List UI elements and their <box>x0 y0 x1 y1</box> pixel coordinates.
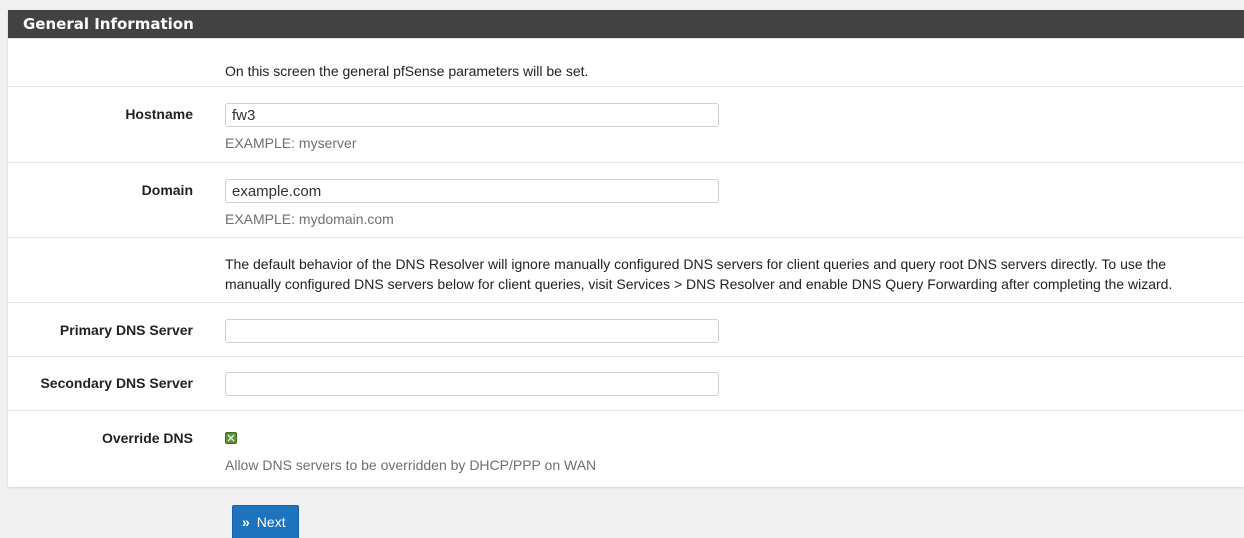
override-dns-checkbox[interactable] <box>225 432 237 444</box>
general-information-panel: General Information On this screen the g… <box>8 10 1244 487</box>
secondary-dns-input[interactable] <box>225 372 719 396</box>
intro-text: On this screen the general pfSense param… <box>225 63 589 79</box>
secondary-dns-row: Secondary DNS Server <box>8 356 1244 410</box>
hostname-row: Hostname EXAMPLE: myserver <box>8 86 1244 162</box>
override-dns-row: Override DNS Allow DNS servers to be ove… <box>8 410 1244 487</box>
domain-label: Domain <box>141 182 193 198</box>
primary-dns-label: Primary DNS Server <box>59 322 193 338</box>
override-dns-label: Override DNS <box>101 430 193 446</box>
dns-note-line-2: manually configured DNS servers below fo… <box>225 276 1173 292</box>
checkbox-x-icon <box>227 434 235 442</box>
hostname-input[interactable] <box>225 103 719 127</box>
panel-title: General Information <box>8 10 1244 38</box>
domain-help: EXAMPLE: mydomain.com <box>225 211 394 227</box>
next-button[interactable]: » Next <box>232 505 299 538</box>
next-button-label: Next <box>256 514 286 530</box>
hostname-label: Hostname <box>125 106 193 122</box>
secondary-dns-label: Secondary DNS Server <box>40 375 193 391</box>
double-chevron-right-icon: » <box>242 514 250 530</box>
dns-note-row: The default behavior of the DNS Resolver… <box>8 237 1244 302</box>
hostname-help: EXAMPLE: myserver <box>225 135 357 151</box>
primary-dns-input[interactable] <box>225 319 719 343</box>
domain-input[interactable] <box>225 179 719 203</box>
override-dns-help: Allow DNS servers to be overridden by DH… <box>225 457 597 473</box>
dns-note-line-1: The default behavior of the DNS Resolver… <box>225 256 1167 272</box>
primary-dns-row: Primary DNS Server <box>8 302 1244 356</box>
intro-row: On this screen the general pfSense param… <box>8 38 1244 86</box>
domain-row: Domain EXAMPLE: mydomain.com <box>8 162 1244 237</box>
